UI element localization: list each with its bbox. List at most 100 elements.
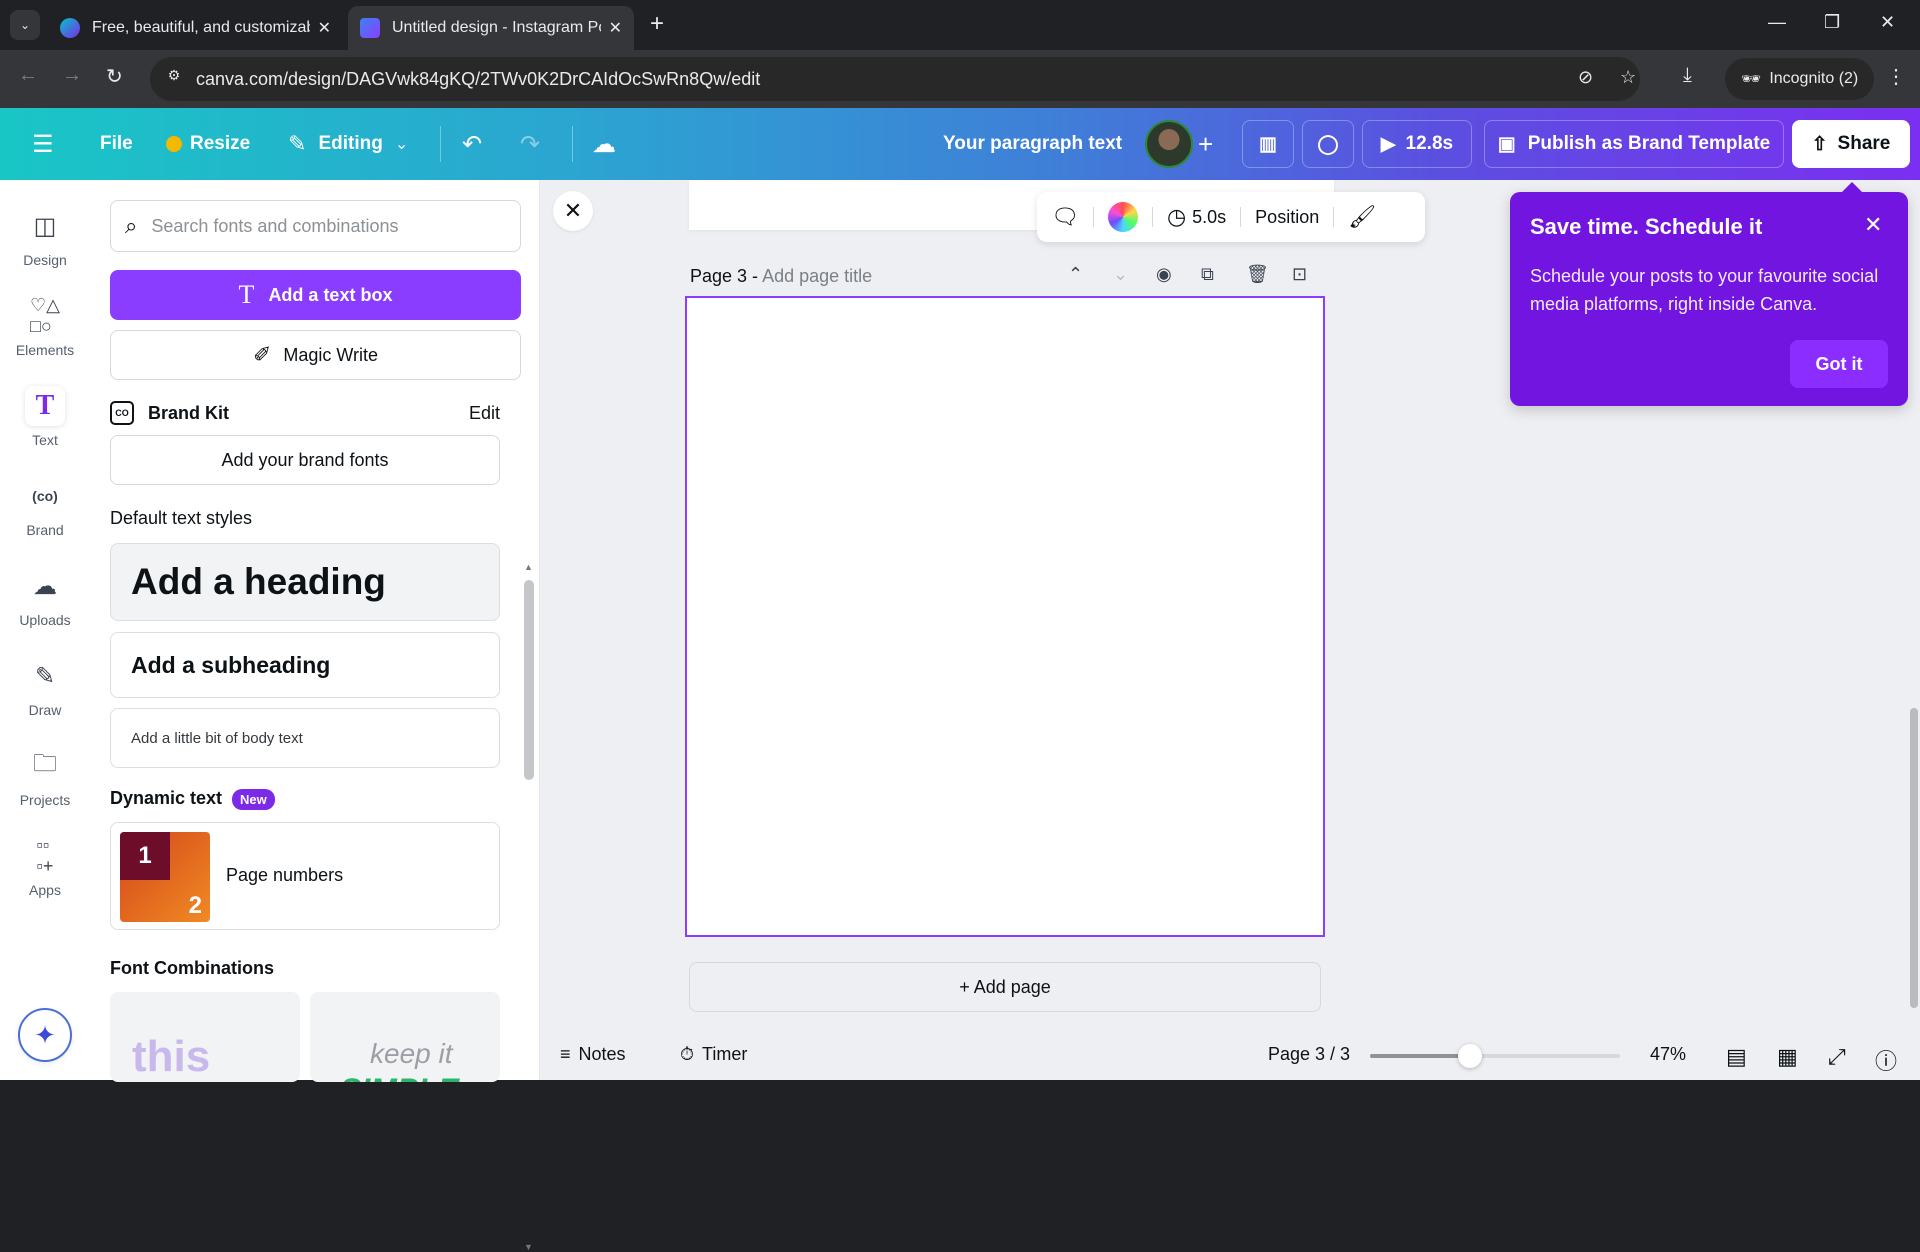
redo-icon[interactable]: ↷ [520, 108, 540, 180]
present-button[interactable]: ▶ 12.8s [1362, 120, 1472, 168]
rail-item-uploads[interactable]: ☁ Uploads [0, 566, 90, 646]
magic-assistant-button[interactable]: ✦ [18, 1008, 72, 1062]
forward-icon[interactable]: → [62, 64, 82, 87]
insights-icon[interactable]: ▥ [1242, 120, 1294, 168]
duplicate-page-icon[interactable]: ⧉ [1201, 264, 1214, 285]
font-search-input[interactable]: ⌕ Search fonts and combinations [110, 200, 521, 252]
browser-menu-icon[interactable]: ⋮ [1886, 64, 1906, 89]
minimize-icon[interactable]: — [1768, 12, 1786, 33]
address-bar[interactable]: ⚙ canva.com/design/DAGVwk84gKQ/2TWv0K2Dr… [150, 57, 1640, 101]
design-title[interactable]: Your paragraph text [943, 108, 1122, 180]
browser-tab[interactable]: Free, beautiful, and customizable ✕ [48, 6, 343, 50]
rail-item-projects[interactable]: 🗀 Projects [0, 746, 90, 826]
close-panel-button[interactable]: ✕ [553, 191, 593, 231]
rail-item-apps[interactable]: ▫▫ ▫+ Apps [0, 835, 90, 916]
body-text-label: Add a little bit of body text [131, 729, 303, 747]
left-rail: ◫ Design ♡△ □○ Elements T Text (co) Brand… [0, 180, 90, 1080]
close-tab-icon[interactable]: ✕ [609, 18, 622, 38]
sparkle-icon: ✦ [34, 1019, 56, 1050]
add-brand-fonts-button[interactable]: Add your brand fonts [110, 435, 500, 485]
got-it-button[interactable]: Got it [1790, 340, 1888, 388]
design-page[interactable] [685, 296, 1325, 937]
magic-write-button[interactable]: ✐ Magic Write [110, 330, 521, 380]
comments-icon[interactable]: ◯ [1302, 120, 1354, 168]
file-menu-button[interactable]: File [100, 108, 133, 180]
page-indicator[interactable]: Page 3 / 3 [1268, 1044, 1350, 1065]
popover-body: Schedule your posts to your favourite so… [1530, 266, 1879, 314]
color-wheel-icon[interactable] [1107, 202, 1138, 232]
move-page-up-icon[interactable]: ⌃ [1068, 264, 1083, 285]
tab-title: Free, beautiful, and customizable [92, 19, 310, 36]
add-subheading-item[interactable]: Add a subheading [110, 632, 500, 698]
panel-scrollbar[interactable]: ▲ ▼ [522, 380, 536, 1252]
restore-icon[interactable]: ❐ [1824, 12, 1840, 33]
rail-item-design[interactable]: ◫ Design [0, 206, 90, 286]
zoom-percent[interactable]: 47% [1650, 1044, 1686, 1065]
resize-button[interactable]: Resize [166, 108, 250, 180]
page-numbers-item[interactable]: 1 2 Page numbers [110, 822, 500, 930]
scrollbar-thumb[interactable] [1910, 708, 1918, 1008]
reload-icon[interactable]: ↻ [106, 64, 123, 89]
font-combination-card[interactable]: this [110, 992, 300, 1082]
paint-roller-icon[interactable]: 🖌 [1348, 204, 1376, 230]
back-icon[interactable]: ← [18, 64, 38, 87]
rail-item-draw[interactable]: ✎ Draw [0, 656, 90, 736]
grid-view-icon[interactable]: ▦ [1777, 1044, 1798, 1070]
add-body-text-item[interactable]: Add a little bit of body text [110, 708, 500, 768]
close-popover-icon[interactable]: ✕ [1864, 212, 1882, 238]
editing-mode-dropdown[interactable]: ✎ Editing ⌄ [288, 108, 408, 180]
close-window-icon[interactable]: ✕ [1880, 12, 1895, 33]
brand-kit-edit-link[interactable]: Edit [469, 403, 500, 424]
projects-icon: 🗀 [33, 749, 57, 777]
hide-page-icon[interactable]: ◉ [1156, 264, 1172, 285]
tab-search-button[interactable]: ⌄ [10, 10, 40, 40]
position-button[interactable]: Position [1255, 207, 1319, 228]
rail-item-brand[interactable]: (co) Brand [0, 476, 90, 556]
download-icon[interactable]: ⤓ [1683, 64, 1692, 87]
eye-off-icon[interactable]: ⊘ [1578, 67, 1593, 88]
avatar[interactable] [1145, 120, 1193, 168]
fullscreen-icon[interactable]: ⤢ [1828, 1044, 1846, 1070]
site-info-icon[interactable]: ⚙ [162, 67, 186, 91]
brand-icon: (co) [32, 488, 58, 504]
timer-button[interactable]: ⏱ Timer [680, 1044, 747, 1065]
close-tab-icon[interactable]: ✕ [318, 18, 331, 38]
page-view-icon[interactable]: ▤ [1726, 1044, 1747, 1070]
publish-brand-template-button[interactable]: ▣ Publish as Brand Template [1484, 120, 1784, 168]
rail-label: Design [23, 252, 67, 268]
scrollbar-thumb[interactable] [524, 580, 534, 780]
add-page-icon[interactable]: ⊡ [1292, 264, 1307, 285]
help-icon[interactable]: ⓘ [1875, 1044, 1897, 1076]
brand-kit-icon: CO [110, 401, 134, 425]
zoom-slider[interactable] [1370, 1044, 1620, 1068]
undo-icon[interactable]: ↶ [462, 108, 482, 180]
rail-item-elements[interactable]: ♡△ □○ Elements [0, 295, 90, 376]
new-tab-button[interactable]: + [650, 10, 664, 38]
notes-button[interactable]: ≡ Notes [560, 1044, 626, 1065]
share-icon: ⇧ [1811, 133, 1828, 155]
workspace-scrollbar[interactable] [1910, 240, 1918, 1080]
add-heading-item[interactable]: Add a heading [110, 543, 500, 621]
scroll-down-icon[interactable]: ▼ [524, 1242, 533, 1252]
menu-icon[interactable]: ☰ [32, 108, 54, 180]
scroll-up-icon[interactable]: ▲ [524, 562, 533, 572]
incognito-badge[interactable]: 🕶 Incognito (2) [1725, 58, 1875, 100]
url-text[interactable]: canva.com/design/DAGVwk84gKQ/2TWv0K2DrCA… [196, 69, 760, 90]
share-button[interactable]: ⇧ Share [1792, 120, 1910, 168]
share-label: Share [1837, 133, 1891, 154]
duration-button[interactable]: ◷ 5.0s [1167, 204, 1226, 230]
star-icon[interactable]: ☆ [1620, 67, 1636, 88]
cloud-saved-icon[interactable]: ☁ [592, 108, 616, 180]
page-title-input[interactable]: Add page title [762, 266, 872, 286]
zoom-slider-handle[interactable] [1458, 1044, 1483, 1068]
move-page-down-icon[interactable]: ⌄ [1113, 264, 1128, 285]
delete-page-icon[interactable]: 🗑 [1246, 264, 1269, 285]
font-combination-card[interactable]: keep it SIMPLE [310, 992, 500, 1082]
add-text-box-button[interactable]: T Add a text box [110, 270, 521, 320]
rail-item-text[interactable]: T Text [0, 386, 90, 466]
add-comment-icon[interactable]: 🗨 [1051, 204, 1079, 230]
add-page-button[interactable]: + Add page [689, 962, 1321, 1012]
clock-icon: ◷ [1166, 204, 1187, 229]
browser-tab-active[interactable]: Untitled design - Instagram Post ✕ [348, 6, 634, 50]
add-collaborator-icon[interactable]: + [1198, 108, 1213, 180]
